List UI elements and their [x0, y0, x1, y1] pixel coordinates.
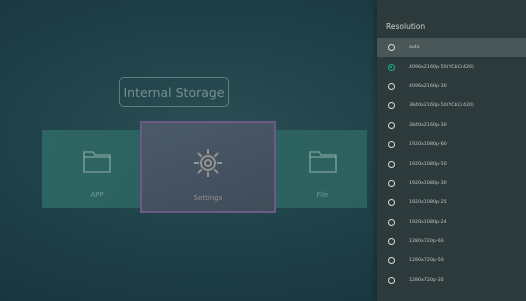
- tile-file[interactable]: File: [295, 130, 350, 208]
- resolution-option-label: 4096x2160p-50(YCbCr420): [409, 64, 474, 70]
- resolution-option-label: 1920x1080p-24: [409, 219, 447, 225]
- internal-storage-title: Internal Storage: [119, 77, 229, 107]
- radio-icon: [388, 82, 395, 90]
- panel-title: Resolution: [386, 22, 426, 31]
- resolution-option-label: 3840x2160p-50(YCbCr420): [409, 103, 474, 109]
- resolution-option-label: 1280x720p-50: [409, 258, 444, 264]
- resolution-option-label: auto: [409, 45, 420, 51]
- tile-app[interactable]: APP: [70, 130, 124, 208]
- radio-icon: [388, 141, 395, 149]
- tile-app-label: APP: [90, 191, 104, 199]
- resolution-option[interactable]: 1280x720p-30: [377, 271, 526, 290]
- radio-icon: [388, 121, 395, 129]
- radio-icon: [388, 179, 395, 187]
- folder-icon: [308, 151, 337, 173]
- resolution-option-list: auto 4096x2160p-50(YCbCr420) 4096x2160p-…: [377, 38, 526, 290]
- tile-settings[interactable]: Settings: [140, 121, 276, 213]
- radio-icon: [388, 276, 395, 284]
- resolution-option[interactable]: 1920x1080p-30: [377, 174, 526, 193]
- radio-icon: [388, 218, 395, 226]
- resolution-option[interactable]: 4096x2160p-50(YCbCr420): [377, 57, 526, 76]
- resolution-panel: Resolution auto 4096x2160p-50(YCbCr420) …: [377, 0, 526, 301]
- resolution-option[interactable]: 1920x1080p-50: [377, 154, 526, 173]
- folder-icon: [83, 151, 111, 173]
- resolution-option-label: 1280x720p-60: [409, 239, 444, 245]
- resolution-option[interactable]: 1920x1080p-60: [377, 135, 526, 154]
- radio-icon: [388, 102, 395, 110]
- radio-icon: [388, 257, 395, 265]
- tv-screen: Internal Storage APP Settings File Resol…: [0, 0, 526, 301]
- resolution-option-label: 1920x1080p-50: [409, 161, 447, 167]
- resolution-option-label: 1920x1080p-25: [409, 200, 447, 206]
- resolution-option[interactable]: 1280x720p-60: [377, 232, 526, 251]
- radio-icon: [388, 44, 395, 52]
- resolution-option-label: 1920x1080p-60: [409, 142, 447, 148]
- resolution-option-label: 4096x2160p-30: [409, 83, 447, 89]
- radio-icon: [388, 238, 395, 246]
- gear-icon: [194, 149, 222, 177]
- resolution-option-label: 1920x1080p-30: [409, 180, 447, 186]
- resolution-option[interactable]: auto: [377, 38, 526, 58]
- radio-icon: [388, 199, 395, 207]
- radio-icon: [388, 160, 395, 168]
- resolution-option-label: 3840x2160p-30: [409, 122, 447, 128]
- resolution-option[interactable]: 1920x1080p-25: [377, 193, 526, 212]
- radio-icon: [388, 63, 395, 71]
- resolution-option[interactable]: 3840x2160p-50(YCbCr420): [377, 96, 526, 115]
- resolution-option[interactable]: 1920x1080p-24: [377, 213, 526, 232]
- tile-file-label: File: [316, 191, 329, 199]
- resolution-option[interactable]: 3840x2160p-30: [377, 116, 526, 135]
- tile-settings-label: Settings: [193, 194, 223, 202]
- resolution-option[interactable]: 1280x720p-50: [377, 251, 526, 270]
- resolution-option-label: 1280x720p-30: [409, 277, 444, 283]
- resolution-option[interactable]: 4096x2160p-30: [377, 77, 526, 96]
